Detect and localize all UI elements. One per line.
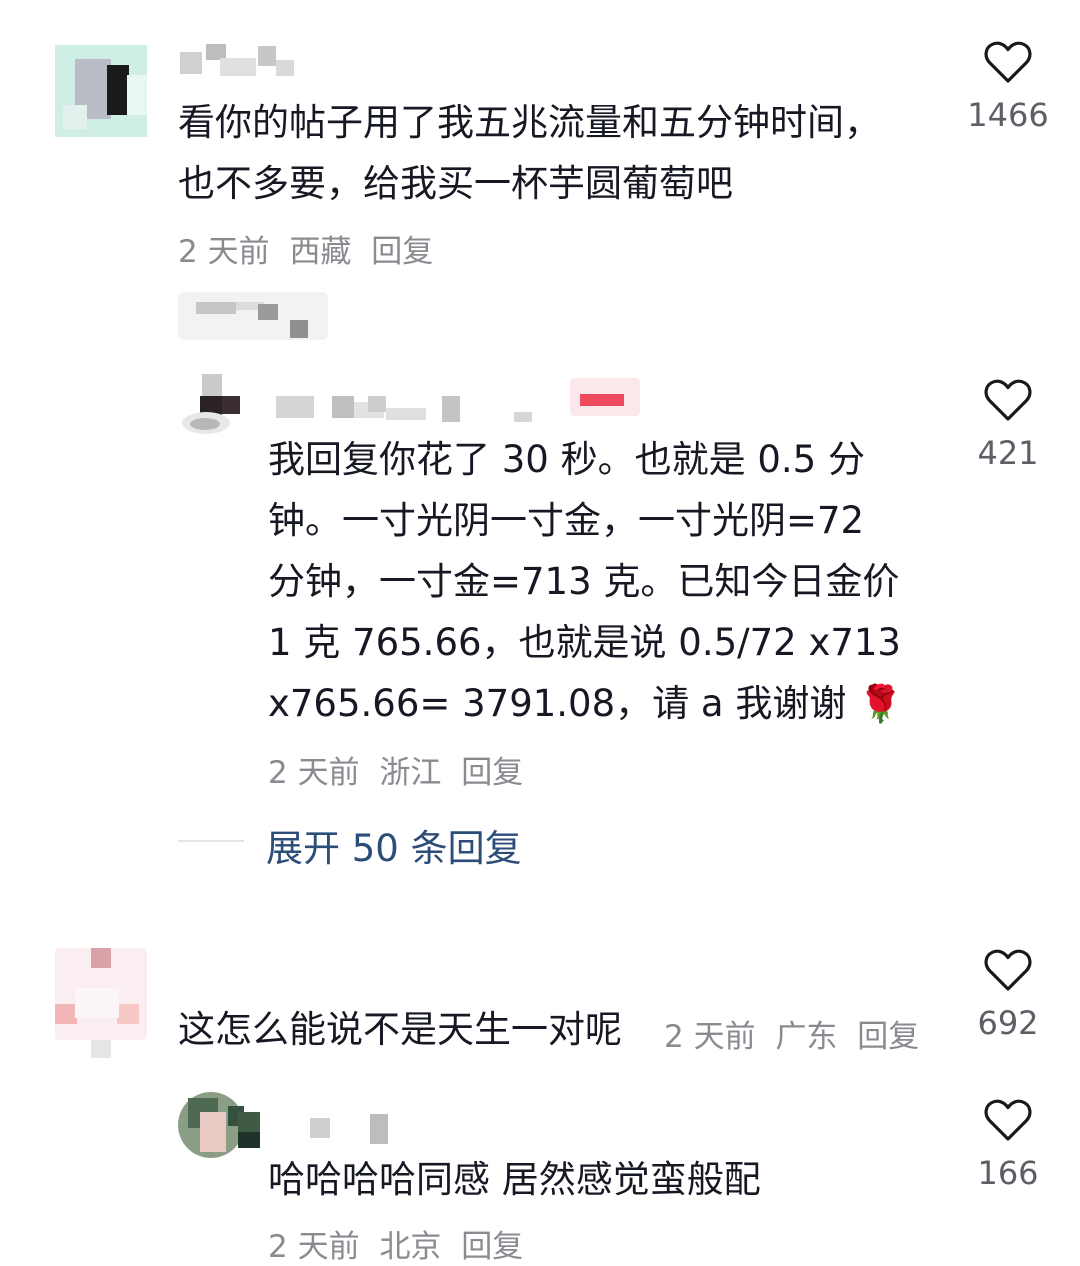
like-count: 166 [977, 1154, 1039, 1192]
like-button[interactable]: 166 [948, 1098, 1068, 1192]
reply-time: 2 天前 [268, 755, 360, 791]
expand-replies-button[interactable]: 展开 50 条回复 [266, 818, 522, 872]
reply-text-line-3: 分钟，一寸金=713 克。已知今日金价 [268, 560, 900, 603]
reply-button[interactable]: 回复 [857, 1019, 919, 1055]
comment-location: 西藏 [289, 234, 352, 270]
reply-text-line-4: 1 克 765.66，也就是说 0.5/72 x713 [268, 621, 901, 664]
heart-outline-icon[interactable] [984, 1098, 1032, 1142]
comment-location: 广东 [775, 1019, 838, 1055]
comment-time: 2 天前 [664, 1019, 756, 1055]
comment-text-line-1: 看你的帖子用了我五兆流量和五分钟时间， [178, 101, 881, 144]
heart-outline-icon[interactable] [984, 378, 1032, 422]
like-count: 1466 [967, 96, 1049, 134]
heart-outline-icon[interactable] [984, 40, 1032, 84]
like-button[interactable]: 1466 [948, 40, 1068, 134]
avatar[interactable] [178, 374, 244, 440]
reply-location: 北京 [379, 1229, 442, 1265]
username-blurred[interactable] [310, 1112, 390, 1146]
comment-meta: 2 天前 西藏 回复 [178, 226, 443, 271]
expand-divider [178, 840, 244, 842]
comment-text-line-2: 也不多要，给我买一杯芋圆葡萄吧 [178, 162, 733, 205]
reply-text: 哈哈哈哈同感 居然感觉蛮般配 [268, 1158, 761, 1201]
reply-location: 浙江 [379, 755, 442, 791]
username-blurred[interactable] [180, 44, 300, 78]
reply-meta: 2 天前 北京 回复 [268, 1221, 533, 1266]
avatar[interactable] [55, 948, 147, 1058]
reply-time: 2 天前 [268, 1229, 360, 1265]
comment-meta: 2 天前 广东 回复 [664, 1011, 929, 1056]
heart-outline-icon[interactable] [984, 948, 1032, 992]
comment-time: 2 天前 [178, 234, 270, 270]
avatar[interactable] [55, 45, 147, 137]
author-tag-blurred [178, 288, 328, 340]
like-count: 692 [977, 1004, 1039, 1042]
reply-text-line-5-text: x765.66= 3791.08，请 a 我谢谢 [268, 682, 847, 725]
like-count: 421 [977, 434, 1039, 472]
like-button[interactable]: 692 [948, 948, 1068, 1042]
avatar[interactable] [178, 1092, 260, 1158]
rose-emoji: 🌹 [858, 684, 903, 725]
like-button[interactable]: 421 [948, 378, 1068, 472]
comment-text: 这怎么能说不是天生一对呢 [178, 1008, 622, 1051]
reply-meta: 2 天前 浙江 回复 [268, 747, 533, 792]
reply-button[interactable]: 回复 [371, 234, 433, 270]
reply-text-line-2: 钟。一寸光阴一寸金，一寸光阴=72 [268, 499, 865, 542]
reply-button[interactable]: 回复 [461, 755, 523, 791]
reply-button[interactable]: 回复 [461, 1229, 523, 1265]
reply-text-line-1: 我回复你花了 30 秒。也就是 0.5 分 [268, 438, 865, 481]
reply-text-line-5: x765.66= 3791.08，请 a 我谢谢 🌹 [268, 673, 903, 735]
username-blurred[interactable] [276, 378, 656, 422]
